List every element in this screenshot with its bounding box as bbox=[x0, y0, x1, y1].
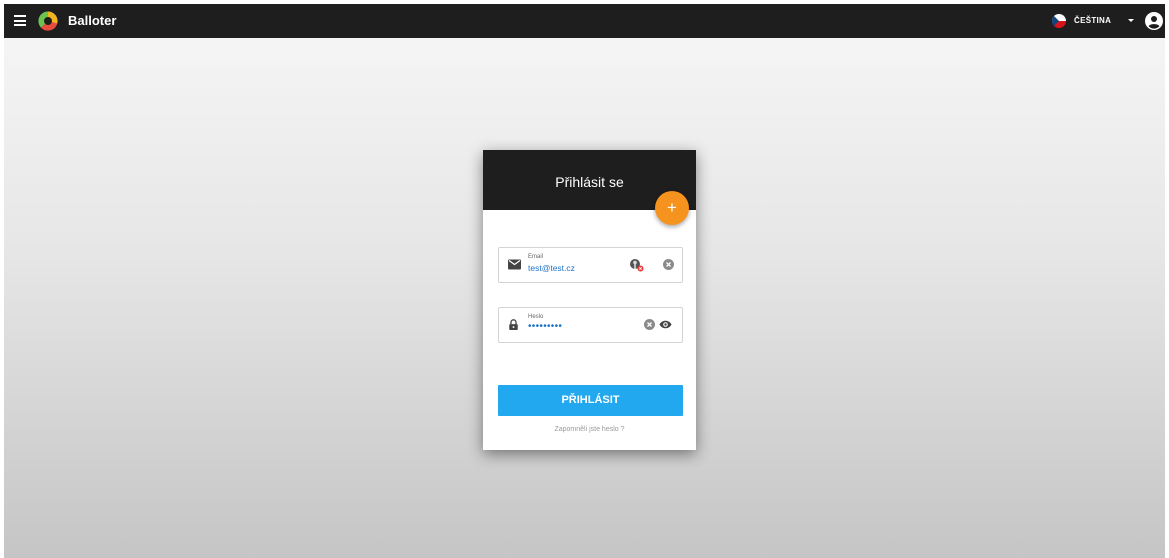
eye-icon[interactable] bbox=[659, 320, 672, 329]
login-card: Přihlásit se + Email test@test.cz Heslo … bbox=[483, 150, 696, 450]
top-app-bar: Balloter ČEŠTINA bbox=[4, 4, 1165, 38]
menu-icon[interactable] bbox=[14, 15, 26, 26]
app-frame: Balloter ČEŠTINA Přihlásit se + Email te… bbox=[4, 4, 1165, 558]
app-title: Balloter bbox=[68, 13, 117, 28]
email-label: Email bbox=[528, 254, 544, 260]
forgot-password-link[interactable]: Zapomněli jste heslo ? bbox=[483, 426, 696, 433]
password-input[interactable]: ••••••••• bbox=[528, 321, 562, 332]
login-button[interactable]: PŘIHLÁSIT bbox=[498, 385, 683, 416]
mail-icon bbox=[508, 259, 521, 270]
czech-flag-icon bbox=[1052, 14, 1066, 28]
add-button[interactable]: + bbox=[655, 191, 689, 225]
clear-icon[interactable] bbox=[663, 259, 674, 270]
app-logo bbox=[38, 11, 58, 31]
password-field[interactable]: Heslo ••••••••• bbox=[498, 307, 683, 343]
email-field[interactable]: Email test@test.cz bbox=[498, 247, 683, 283]
chevron-down-icon bbox=[1128, 19, 1134, 22]
lock-icon bbox=[509, 319, 518, 330]
account-circle-icon[interactable] bbox=[1145, 12, 1163, 30]
language-label: ČEŠTINA bbox=[1074, 16, 1112, 25]
login-title: Přihlásit se bbox=[555, 174, 624, 190]
email-input[interactable]: test@test.cz bbox=[528, 263, 575, 273]
password-label: Heslo bbox=[528, 314, 544, 320]
clear-icon[interactable] bbox=[644, 319, 655, 330]
password-manager-key-icon[interactable] bbox=[629, 258, 644, 272]
